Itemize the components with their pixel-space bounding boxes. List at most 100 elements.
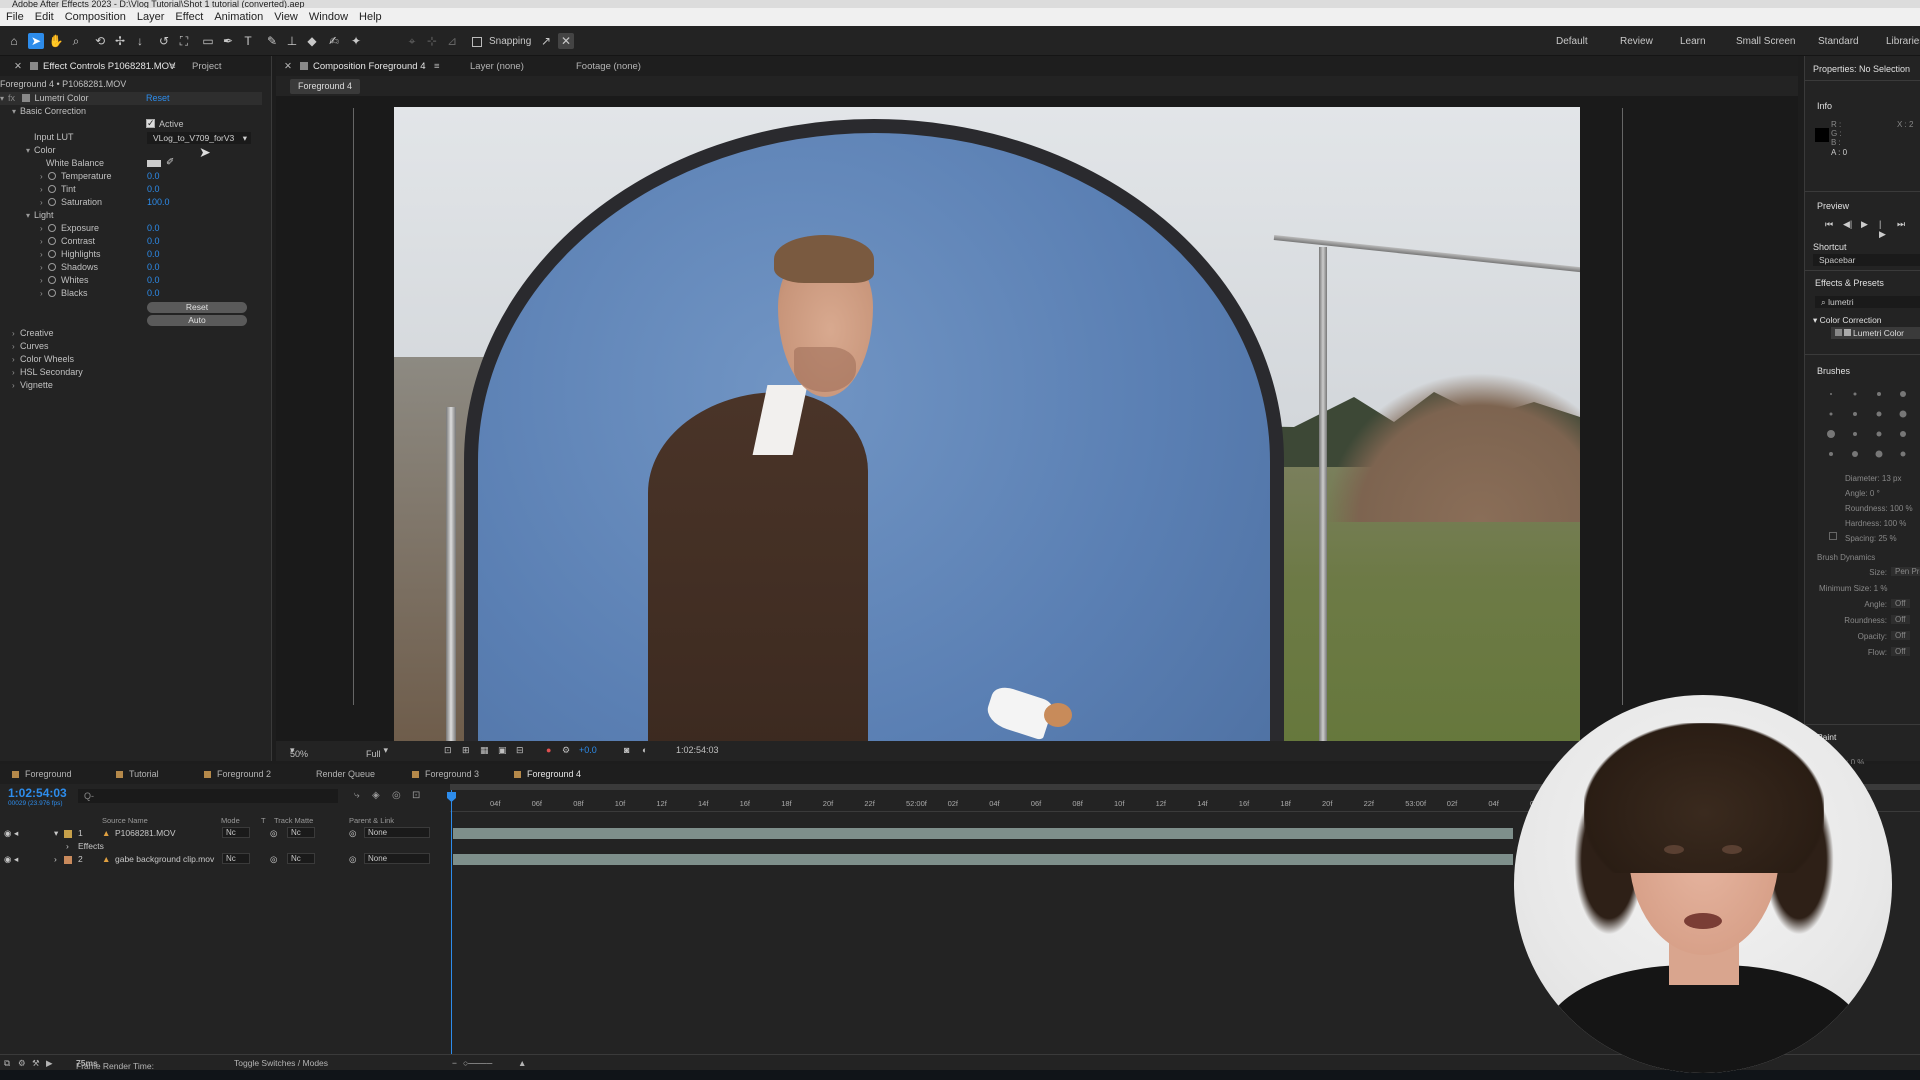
stopwatch-icon[interactable]: [48, 250, 56, 258]
brush-tip[interactable]: [1853, 392, 1857, 396]
param-saturation[interactable]: › Saturation 100.0: [40, 196, 260, 209]
eye-icon[interactable]: ◉: [4, 827, 11, 840]
brush-tip[interactable]: [1877, 392, 1881, 396]
workspace-small-screen[interactable]: Small Screen: [1736, 36, 1795, 47]
brush-prop[interactable]: Spacing: 25 %: [1845, 534, 1897, 543]
twirl-right-icon[interactable]: ›: [40, 170, 48, 183]
brush-prop[interactable]: Roundness: 100 %: [1845, 504, 1913, 513]
menu-animation[interactable]: Animation: [214, 11, 263, 23]
twirl-right-icon[interactable]: ›: [12, 327, 20, 340]
twirl-down-icon[interactable]: ▾: [0, 92, 8, 105]
section-hsl-secondary[interactable]: › HSL Secondary: [12, 366, 83, 379]
param-tint[interactable]: › Tint 0.0: [40, 183, 260, 196]
brush-tip[interactable]: [1875, 450, 1883, 458]
transparency-grid-icon[interactable]: ▦: [480, 745, 489, 756]
twirl-right-icon[interactable]: ›: [40, 261, 48, 274]
tab-menu-icon[interactable]: ≡: [434, 61, 440, 72]
stopwatch-icon[interactable]: [48, 224, 56, 232]
param-shadows[interactable]: › Shadows 0.0: [40, 261, 260, 274]
resolution-dropdown[interactable]: Full ▾: [366, 745, 388, 759]
menu-edit[interactable]: Edit: [35, 11, 54, 23]
preview-control-0-icon[interactable]: ⏮: [1825, 219, 1833, 230]
tab-layer[interactable]: Layer (none): [470, 61, 524, 72]
menu-effect[interactable]: Effect: [175, 11, 203, 23]
param-whites[interactable]: › Whites 0.0: [40, 274, 260, 287]
auto-button[interactable]: Auto: [147, 315, 247, 326]
playhead[interactable]: [451, 790, 452, 1060]
param-value[interactable]: 0.0: [147, 170, 160, 183]
white-balance-swatch[interactable]: [147, 160, 161, 167]
layer-mode-dropdown[interactable]: Nc: [222, 827, 250, 838]
effect-header-lumetri[interactable]: ▾ fx Lumetri Color Reset: [0, 92, 262, 105]
twirl-down-icon[interactable]: ▾: [26, 209, 34, 222]
panel-close-icon[interactable]: ✕: [14, 61, 22, 72]
brush-tool-icon[interactable]: ✎: [264, 33, 280, 49]
zoom-slider[interactable]: ○────: [463, 1058, 492, 1068]
pickwhip-icon[interactable]: ◎: [349, 853, 356, 866]
twirl-icon[interactable]: ›: [54, 853, 57, 866]
twirl-right-icon[interactable]: ›: [40, 287, 48, 300]
tab-effect-controls[interactable]: Effect Controls P1068281.MOV: [30, 61, 175, 72]
menu-window[interactable]: Window: [309, 11, 348, 23]
twirl-right-icon[interactable]: ›: [40, 274, 48, 287]
guides-icon[interactable]: ⊟: [516, 745, 524, 756]
twirl-right-icon[interactable]: ›: [66, 840, 69, 853]
puppet-tool-icon[interactable]: ✦: [348, 33, 364, 49]
color-group[interactable]: ▾ Color: [26, 144, 56, 157]
workspace-standard[interactable]: Standard: [1818, 36, 1859, 47]
param-exposure[interactable]: › Exposure 0.0: [40, 222, 260, 235]
reset-button[interactable]: Reset: [147, 302, 247, 313]
zoom-in-icon[interactable]: ▲: [518, 1058, 526, 1068]
tab-footage[interactable]: Footage (none): [576, 61, 641, 72]
axis-view-icon[interactable]: ⊿: [444, 33, 460, 49]
light-group[interactable]: ▾ Light: [26, 209, 54, 222]
zoom-out-icon[interactable]: −: [452, 1058, 457, 1068]
shortcut-dropdown[interactable]: Spacebar: [1813, 254, 1920, 266]
draft-3d-icon[interactable]: ◈: [372, 790, 380, 801]
timeline-tab-foreground-4[interactable]: Foreground 4: [514, 769, 581, 779]
brush-tip[interactable]: [1829, 452, 1833, 456]
parent-dropdown[interactable]: None: [364, 853, 430, 864]
param-blacks[interactable]: › Blacks 0.0: [40, 287, 260, 300]
tab-menu-icon[interactable]: ≡: [170, 61, 176, 72]
layer-name[interactable]: gabe background clip.mov: [115, 853, 214, 866]
move-tool-icon[interactable]: ✢: [112, 33, 128, 49]
axis-world-icon[interactable]: ⊹: [424, 33, 440, 49]
home-icon[interactable]: ⌂: [6, 33, 22, 49]
brush-prop[interactable]: Angle: 0 °: [1845, 489, 1880, 498]
brush-tip[interactable]: [1852, 451, 1858, 457]
twirl-icon[interactable]: ▾: [54, 827, 58, 840]
brush-prop[interactable]: Hardness: 100 %: [1845, 519, 1906, 528]
twirl-right-icon[interactable]: ›: [12, 379, 20, 392]
camera-snapshot-icon[interactable]: ◙: [624, 745, 629, 755]
color-management-icon[interactable]: ●: [546, 745, 551, 755]
timeline-layer-row[interactable]: ◉ ◂ › 2 ▲ gabe background clip.mov Nc ◎ Nc ◎ None: [0, 853, 450, 866]
panel-close-icon[interactable]: ✕: [284, 61, 292, 72]
snap-feather-icon[interactable]: ✕: [558, 33, 574, 49]
basic-correction-group[interactable]: ▾ Basic Correction: [12, 105, 86, 118]
axis-local-icon[interactable]: ⌖: [404, 33, 420, 49]
eraser-tool-icon[interactable]: ◆: [304, 33, 320, 49]
param-value[interactable]: 0.0: [147, 274, 160, 287]
dolly-tool-icon[interactable]: ↓: [132, 33, 148, 49]
roto-brush-tool-icon[interactable]: ✍: [326, 33, 342, 49]
param-contrast[interactable]: › Contrast 0.0: [40, 235, 260, 248]
twirl-right-icon[interactable]: ›: [12, 340, 20, 353]
clone-stamp-tool-icon[interactable]: ⊥: [284, 33, 300, 49]
param-temperature[interactable]: › Temperature 0.0: [40, 170, 260, 183]
region-of-interest-icon[interactable]: ⊡: [444, 745, 452, 756]
timeline-tab-foreground-2[interactable]: Foreground 2: [204, 769, 271, 779]
stopwatch-icon[interactable]: [48, 289, 56, 297]
tab-project[interactable]: Project: [192, 61, 222, 72]
dynamics-dropdown[interactable]: Off: [1891, 615, 1910, 624]
color-correction-folder[interactable]: ▾ Color Correction: [1813, 315, 1882, 326]
zoom-dropdown[interactable]: 50% ▾: [290, 745, 308, 759]
workspace-default[interactable]: Default: [1556, 36, 1588, 47]
timeline-layer-row[interactable]: ◉ ◂ ▾ 1 ▲ P1068281.MOV Nc ◎ Nc ◎ None: [0, 827, 450, 840]
brush-tip[interactable]: [1900, 391, 1906, 397]
rectangle-tool-icon[interactable]: ▭: [200, 33, 216, 49]
stopwatch-icon[interactable]: [48, 198, 56, 206]
brush-tip[interactable]: [1876, 411, 1882, 417]
parent-dropdown[interactable]: None: [364, 827, 430, 838]
twirl-right-icon[interactable]: ›: [40, 248, 48, 261]
